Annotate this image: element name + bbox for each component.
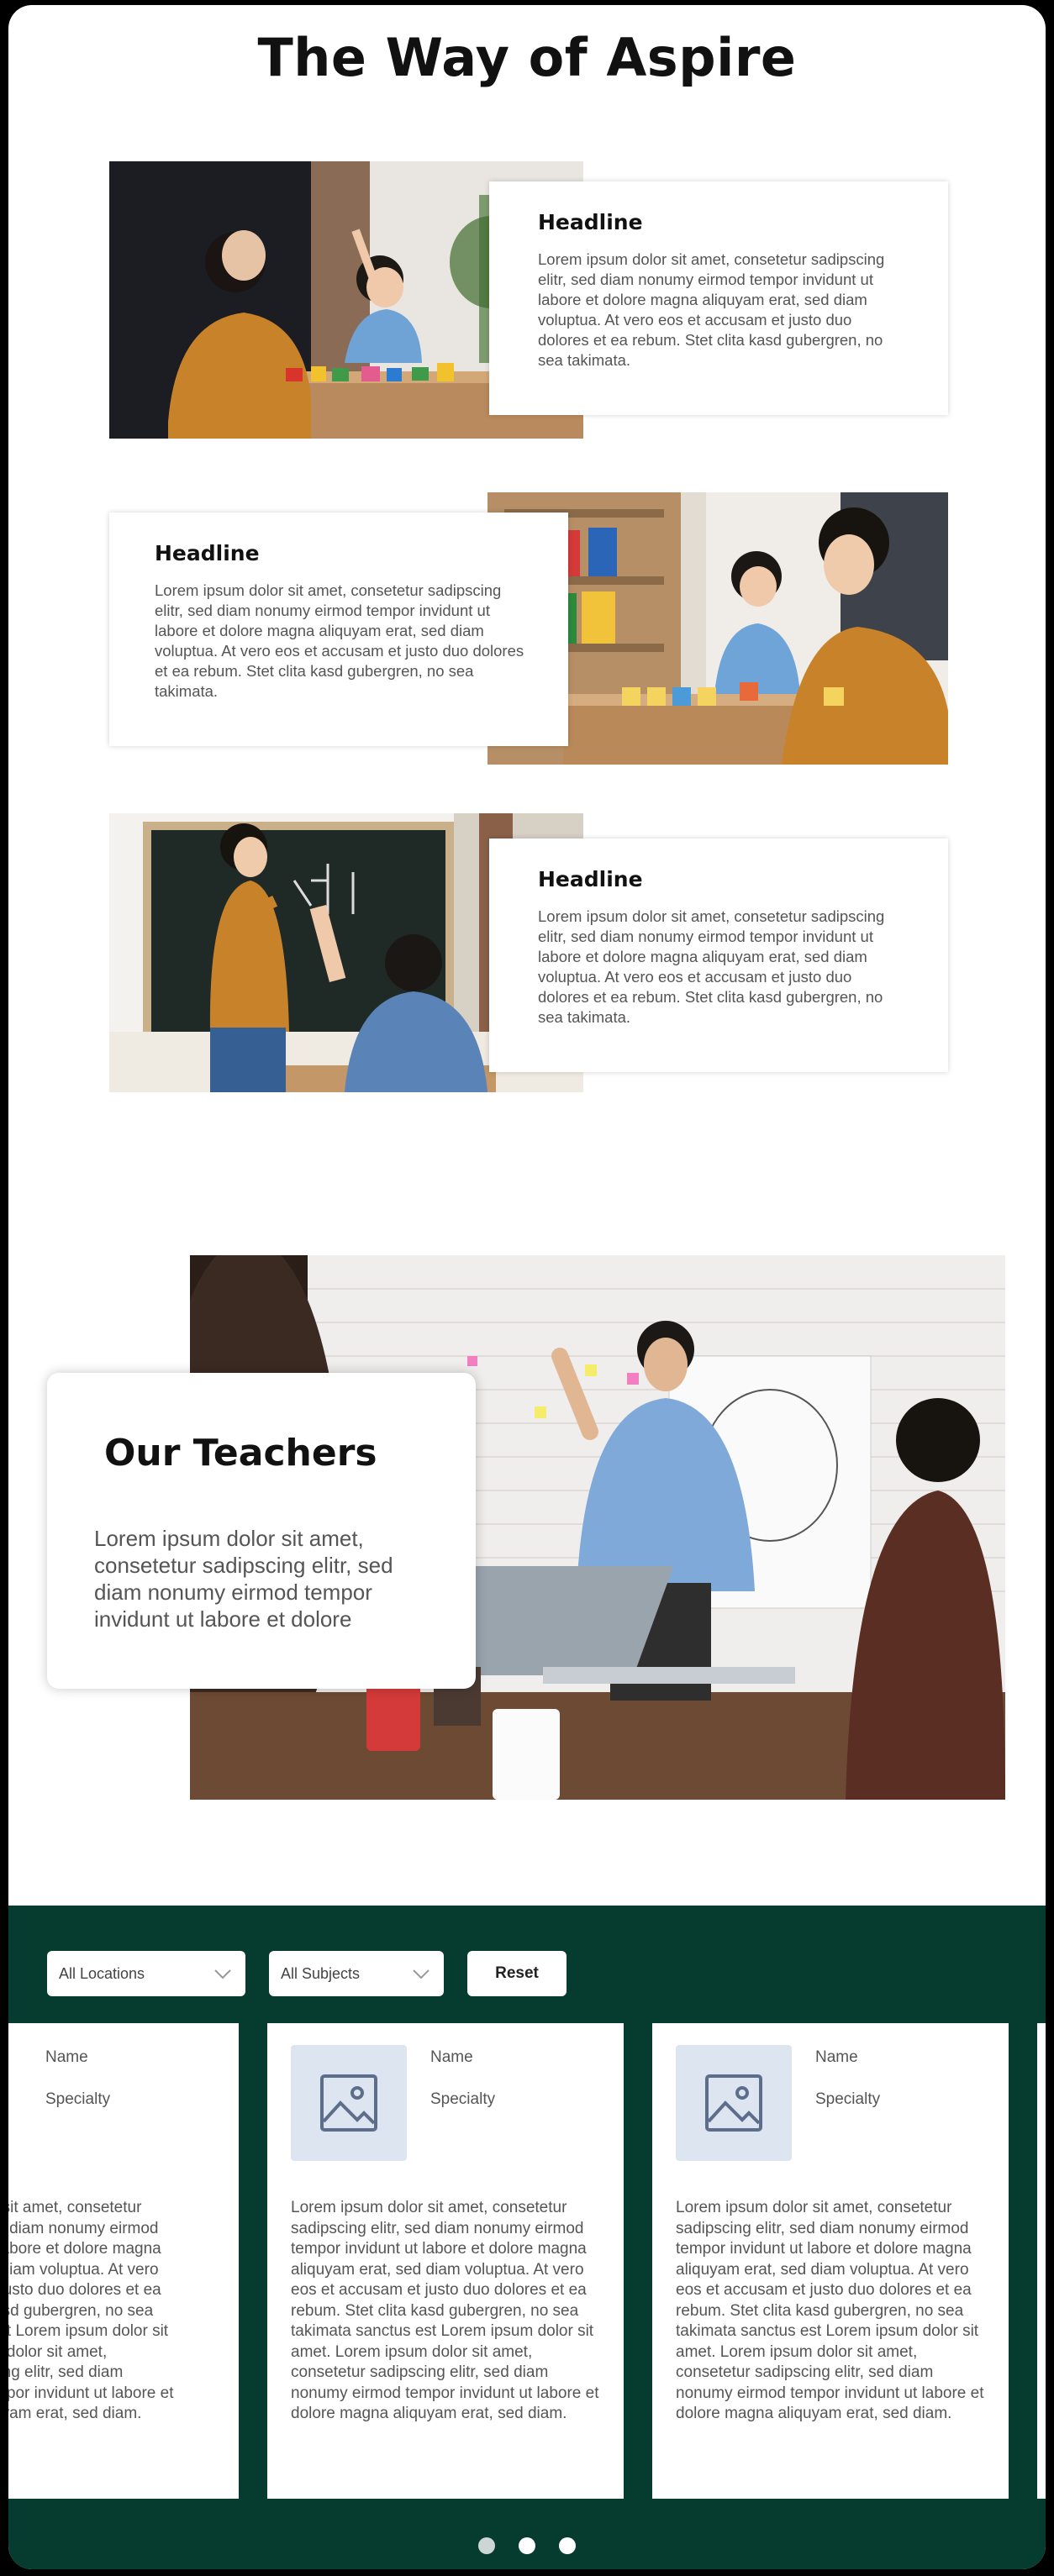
teacher-specialty: Specialty bbox=[815, 2090, 881, 2108]
chevron-down-icon bbox=[214, 1969, 231, 1979]
teacher-bio: Lorem ipsum dolor sit amet, consetetur s… bbox=[676, 2199, 984, 2422]
teacher-card[interactable]: Name Specialty Lorem ipsum dolor sit ame… bbox=[267, 2023, 624, 2499]
feature-headline: Headline bbox=[155, 541, 260, 565]
teacher-specialty: Specialty bbox=[430, 2090, 496, 2108]
teacher-name: Name bbox=[45, 2048, 88, 2066]
teachers-hero-body: Lorem ipsum dolor sit amet, consetetur s… bbox=[94, 1526, 393, 1632]
teachers-hero-title: Our Teachers bbox=[104, 1432, 377, 1475]
subject-filter-value: All Subjects bbox=[281, 1965, 361, 1982]
location-filter[interactable]: All Locations bbox=[47, 1951, 245, 1996]
reset-button[interactable]: Reset bbox=[467, 1951, 567, 1996]
teacher-name: Name bbox=[430, 2048, 473, 2066]
teacher-avatar bbox=[676, 2045, 792, 2161]
feature-body: Lorem ipsum dolor sit amet, consetetur s… bbox=[538, 250, 885, 369]
teacher-avatar bbox=[291, 2045, 407, 2161]
chevron-down-icon bbox=[413, 1969, 430, 1979]
feature-body: Lorem ipsum dolor sit amet, consetetur s… bbox=[538, 907, 885, 1026]
teacher-card[interactable]: Name Specialty Lorem ipsum dolor sit ame… bbox=[652, 2023, 1009, 2499]
page-frame: The Way of Aspire Headline Lorem ipsum d… bbox=[8, 5, 1046, 2569]
carousel-dot-1[interactable] bbox=[477, 2537, 495, 2554]
feature-card-2: Headline Lorem ipsum dolor sit amet, con… bbox=[109, 513, 568, 746]
teachers-hero-card: Our Teachers Lorem ipsum dolor sit amet,… bbox=[47, 1373, 476, 1689]
image-placeholder-icon bbox=[705, 2074, 762, 2132]
teacher-bio: Lorem ipsum dolor sit amet, consetetur s… bbox=[291, 2199, 599, 2422]
image-placeholder-icon bbox=[320, 2074, 377, 2132]
feature-card-1: Headline Lorem ipsum dolor sit amet, con… bbox=[489, 181, 948, 415]
carousel-dot-3[interactable] bbox=[559, 2537, 577, 2554]
teacher-card[interactable]: Name Specialty Lorem ipsum dolor sit ame… bbox=[8, 2023, 239, 2499]
feature-body: Lorem ipsum dolor sit amet, consetetur s… bbox=[155, 581, 524, 700]
teacher-specialty: Specialty bbox=[45, 2090, 111, 2108]
teacher-bio: Lorem ipsum dolor sit amet, consetetur s… bbox=[8, 2199, 174, 2422]
location-filter-value: All Locations bbox=[59, 1965, 145, 1982]
feature-headline: Headline bbox=[538, 867, 643, 891]
feature-card-3: Headline Lorem ipsum dolor sit amet, con… bbox=[489, 839, 948, 1072]
page-title: The Way of Aspire bbox=[257, 27, 797, 88]
teacher-card-edge[interactable] bbox=[1037, 2023, 1046, 2499]
carousel-dot-2[interactable] bbox=[519, 2537, 535, 2554]
teacher-name: Name bbox=[815, 2048, 858, 2066]
carousel-pagination bbox=[8, 2537, 1046, 2558]
subject-filter[interactable]: All Subjects bbox=[269, 1951, 444, 1996]
feature-headline: Headline bbox=[538, 210, 643, 234]
